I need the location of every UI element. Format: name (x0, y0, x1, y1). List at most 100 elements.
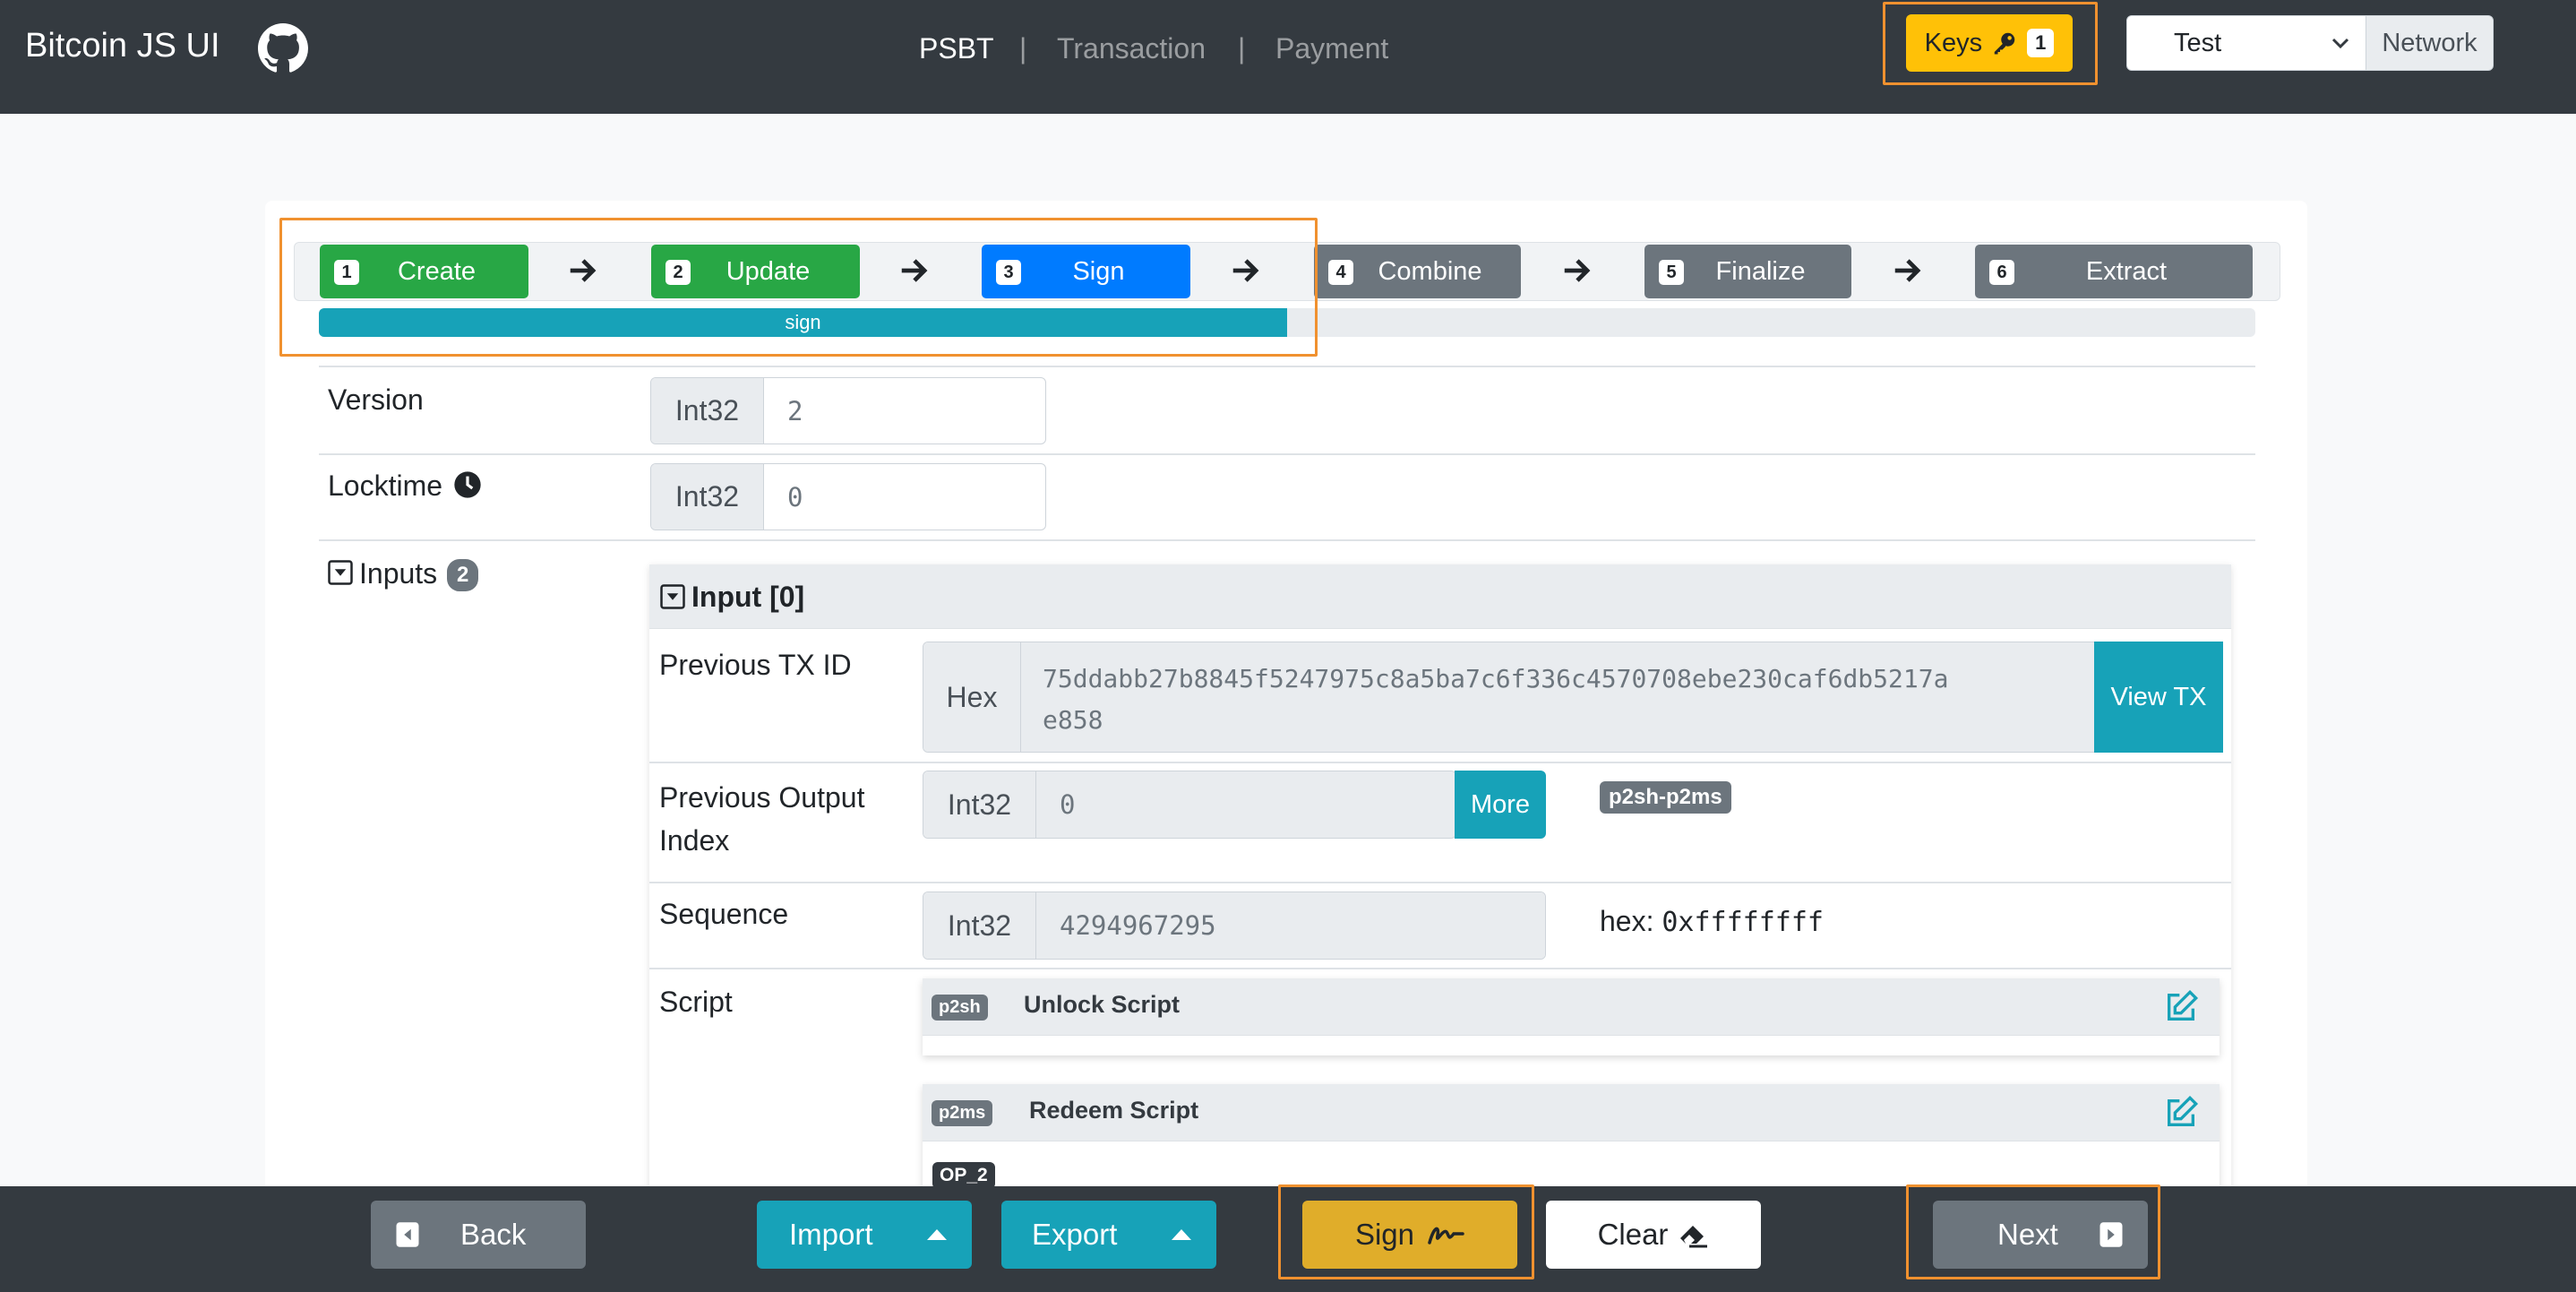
divider (319, 453, 2255, 455)
view-tx-button[interactable]: View TX (2094, 642, 2223, 753)
redeem-script-header: p2ms Redeem Script (923, 1084, 2220, 1141)
arrow-right-icon (901, 259, 928, 282)
script-label: Script (659, 986, 733, 1018)
step-sign[interactable]: 3 Sign (982, 245, 1190, 298)
inputs-count-badge: 2 (447, 559, 479, 591)
input-0-header[interactable] (649, 564, 2231, 629)
nav-payment-link[interactable]: Payment (1275, 32, 1388, 65)
sequence-label: Sequence (659, 898, 789, 930)
label-line: Index (659, 824, 730, 857)
caret-up-icon (927, 1229, 947, 1240)
step-update[interactable]: 2 Update (651, 245, 860, 298)
app-brand[interactable]: Bitcoin JS UI (25, 27, 220, 65)
divider (319, 539, 2255, 541)
eraser-icon (1680, 1226, 1708, 1248)
github-icon[interactable] (258, 23, 308, 73)
step-label: Update (726, 256, 811, 286)
import-button[interactable]: Import (757, 1201, 972, 1269)
unlock-script-title: Unlock Script (1024, 991, 1181, 1018)
prev-output-type-addon: Int32 (923, 771, 1036, 838)
caret-left-icon (396, 1222, 419, 1247)
caret-right-icon (2099, 1222, 2123, 1247)
keys-count-badge: 1 (2027, 29, 2055, 57)
clear-button[interactable]: Clear (1546, 1201, 1761, 1269)
edit-icon[interactable] (2162, 989, 2200, 1025)
label-line: Previous Output (659, 781, 865, 814)
opcode-badge: OP_2 (932, 1162, 995, 1189)
step-combine[interactable]: 4 Combine (1314, 245, 1521, 298)
prev-txid-line: 75ddabb27b8845f5247975c8a5ba7c6f336c4570… (1043, 664, 1949, 693)
keys-button[interactable]: Keys 1 (1906, 14, 2073, 72)
export-label: Export (1032, 1218, 1118, 1251)
locktime-input[interactable]: 0 (764, 464, 1045, 530)
progress-fill: sign (319, 308, 1287, 337)
nav-separator: | (1238, 32, 1246, 65)
unlock-script-tag: p2sh (932, 995, 988, 1021)
divider (649, 882, 2231, 883)
sequence-input[interactable]: 4294967295 (1036, 892, 1545, 959)
network-label: Network (2366, 15, 2494, 71)
step-finalize[interactable]: 5 Finalize (1644, 245, 1851, 298)
next-button[interactable]: Next (1933, 1201, 2148, 1269)
nav-separator: | (1019, 32, 1027, 65)
divider (649, 762, 2231, 763)
version-label: Version (328, 383, 424, 416)
step-label: Sign (1072, 256, 1125, 286)
redeem-script-title: Redeem Script (1029, 1097, 1199, 1124)
clock-icon[interactable] (453, 470, 482, 499)
prev-txid-label: Previous TX ID (659, 649, 852, 681)
next-label: Next (1997, 1218, 2058, 1251)
export-button[interactable]: Export (1001, 1201, 1216, 1269)
step-label: Combine (1378, 256, 1482, 286)
clear-label: Clear (1597, 1218, 1669, 1251)
nav-psbt-link[interactable]: PSBT (919, 32, 994, 65)
arrow-right-icon (570, 259, 597, 282)
input-0-title: Input [0] (691, 581, 805, 613)
unlock-script-header: p2sh Unlock Script (923, 978, 2220, 1036)
step-label: Extract (2085, 256, 2168, 286)
sign-button[interactable]: Sign (1302, 1201, 1517, 1269)
collapse-toggle-icon[interactable] (327, 559, 354, 586)
prev-txid-input-group: Hex 75ddabb27b8845f5247975c8a5ba7c6f336c… (923, 642, 2223, 753)
sequence-hex: hex: 0xffffffff (1600, 905, 1824, 938)
sequence-hex-value: 0xffffffff (1662, 907, 1824, 938)
inputs-label[interactable]: Inputs (359, 557, 437, 590)
keys-label: Keys (1924, 28, 1983, 57)
signature-icon (1428, 1227, 1464, 1245)
prev-output-input[interactable]: 0 (1036, 771, 1455, 838)
script-type-badge: p2sh-p2ms (1600, 781, 1731, 814)
import-label: Import (789, 1218, 873, 1251)
prev-txid-type-addon: Hex (923, 642, 1021, 752)
prev-txid-line: e858 (1043, 705, 1103, 735)
step-create[interactable]: 1 Create (320, 245, 528, 298)
edit-icon[interactable] (2162, 1095, 2200, 1131)
locktime-input-group: Int32 0 (650, 463, 1046, 530)
step-extract[interactable]: 6 Extract (1975, 245, 2253, 298)
version-type-addon: Int32 (651, 378, 764, 444)
version-input[interactable]: 2 (764, 378, 1045, 444)
step-label: Create (397, 256, 477, 286)
more-button[interactable]: More (1455, 771, 1546, 839)
step-label: Finalize (1715, 256, 1806, 286)
key-icon (1994, 32, 2015, 55)
locktime-label: Locktime (328, 469, 443, 502)
chevron-down-icon (2331, 38, 2349, 49)
sequence-input-group: Int32 4294967295 (923, 891, 1546, 960)
sign-label: Sign (1354, 1218, 1415, 1251)
prev-txid-textarea[interactable]: 75ddabb27b8845f5247975c8a5ba7c6f336c4570… (1021, 642, 2222, 752)
redeem-script-tag: p2ms (932, 1100, 993, 1126)
arrow-right-icon (1232, 259, 1259, 282)
back-label: Back (460, 1218, 527, 1251)
network-select[interactable]: Test (2126, 15, 2366, 71)
back-button[interactable]: Back (371, 1201, 586, 1269)
network-select-value: Test (2174, 28, 2222, 57)
nav-transaction-link[interactable]: Transaction (1057, 32, 1206, 65)
sequence-type-addon: Int32 (923, 892, 1036, 959)
sequence-hex-label: hex: (1600, 905, 1654, 937)
divider (649, 968, 2231, 969)
caret-up-icon (1172, 1229, 1191, 1240)
arrow-right-icon (1894, 259, 1921, 282)
collapse-toggle-icon[interactable] (659, 583, 686, 610)
prev-output-input-group: Int32 0 (923, 771, 1456, 839)
arrow-right-icon (1564, 259, 1591, 282)
